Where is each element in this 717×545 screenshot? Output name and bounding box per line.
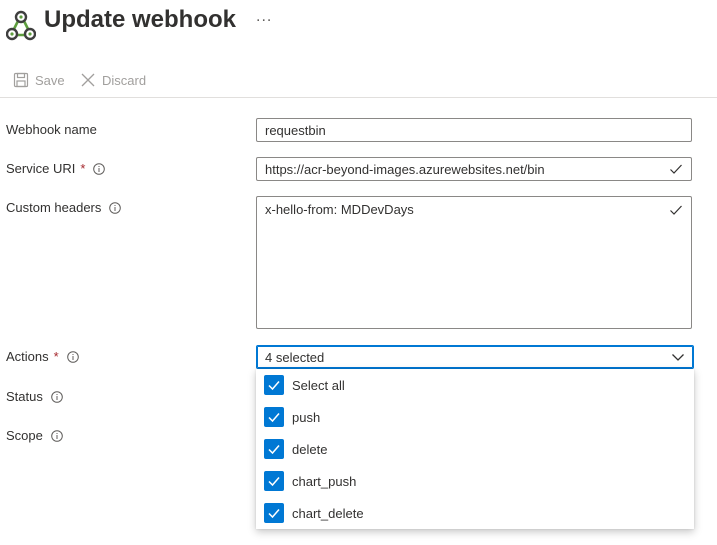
service-uri-label: Service URI *	[6, 161, 106, 176]
option-delete[interactable]: delete	[256, 433, 694, 465]
service-uri-input[interactable]: https://acr-beyond-images.azurewebsites.…	[256, 157, 692, 181]
actions-dropdown[interactable]: 4 selected	[256, 345, 694, 369]
option-label: chart_push	[292, 473, 357, 489]
service-uri-value: https://acr-beyond-images.azurewebsites.…	[265, 161, 545, 177]
info-icon[interactable]	[109, 201, 122, 214]
option-select-all[interactable]: Select all	[256, 369, 694, 401]
checkbox-checked-icon[interactable]	[264, 375, 284, 395]
webhook-name-value: requestbin	[265, 122, 326, 138]
required-marker: *	[80, 161, 86, 176]
webhook-name-input[interactable]: requestbin	[256, 118, 692, 142]
info-icon[interactable]	[93, 162, 106, 175]
info-icon[interactable]	[51, 390, 63, 403]
webhook-name-label: Webhook name	[6, 122, 97, 137]
page-title: Update webhook	[44, 6, 237, 33]
actions-dropdown-list: Select all push delete chart_push chart_…	[256, 369, 694, 529]
option-label: chart_delete	[292, 505, 364, 521]
valid-check-icon	[670, 205, 682, 215]
custom-headers-textarea[interactable]: x-hello-from: MDDevDays	[256, 196, 692, 329]
option-push[interactable]: push	[256, 401, 694, 433]
close-icon	[81, 73, 95, 87]
info-icon[interactable]	[66, 350, 79, 363]
webhook-icon	[5, 8, 37, 42]
option-label: push	[292, 409, 321, 425]
checkbox-checked-icon[interactable]	[264, 503, 284, 523]
status-label: Status	[6, 389, 63, 404]
save-label: Save	[35, 72, 65, 88]
actions-label: Actions *	[6, 349, 79, 364]
discard-label: Discard	[102, 72, 147, 88]
save-icon	[13, 72, 29, 88]
option-label: delete	[292, 441, 328, 457]
option-chart-delete[interactable]: chart_delete	[256, 497, 694, 529]
custom-headers-label: Custom headers	[6, 200, 122, 215]
checkbox-checked-icon[interactable]	[264, 407, 284, 427]
custom-headers-value: x-hello-from: MDDevDays	[265, 202, 414, 217]
checkbox-checked-icon[interactable]	[264, 471, 284, 491]
more-options-button[interactable]: ...	[256, 8, 272, 26]
required-marker: *	[53, 349, 59, 364]
save-button[interactable]: Save	[13, 70, 65, 90]
option-chart-push[interactable]: chart_push	[256, 465, 694, 497]
info-icon[interactable]	[51, 429, 63, 442]
toolbar-divider	[0, 97, 717, 98]
scope-label: Scope	[6, 428, 63, 443]
valid-check-icon	[670, 164, 682, 174]
discard-button[interactable]: Discard	[80, 70, 146, 90]
option-label: Select all	[292, 377, 345, 393]
actions-selected-text: 4 selected	[265, 349, 325, 365]
chevron-down-icon	[672, 354, 684, 361]
checkbox-checked-icon[interactable]	[264, 439, 284, 459]
